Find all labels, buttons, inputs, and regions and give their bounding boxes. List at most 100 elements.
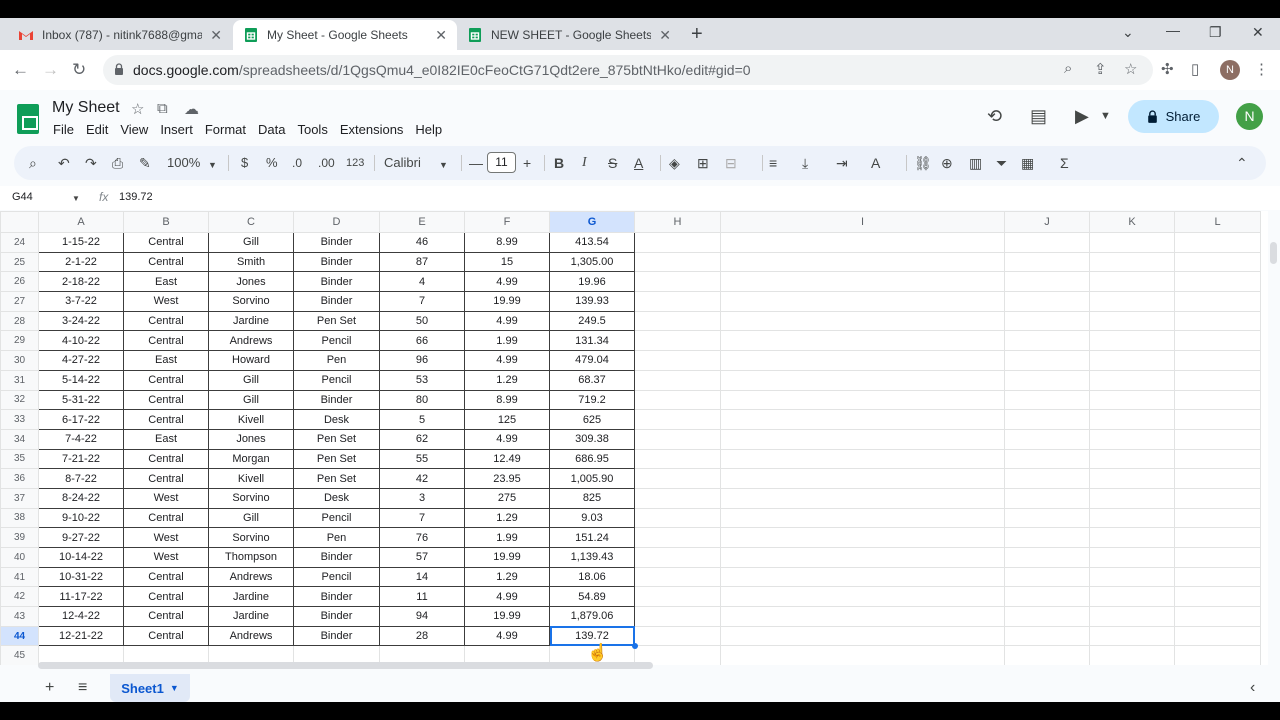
cell[interactable]: 3-24-22	[38, 310, 124, 332]
cell[interactable]	[1004, 448, 1090, 470]
column-header-i[interactable]: I	[720, 211, 1005, 233]
new-tab-icon[interactable]: +	[691, 24, 703, 44]
cell[interactable]: 1.29	[464, 507, 550, 529]
cell[interactable]	[634, 566, 721, 588]
vertical-scrollbar[interactable]	[1270, 242, 1277, 264]
cell[interactable]: 57	[379, 547, 465, 568]
share-button[interactable]: Share	[1128, 100, 1219, 133]
share-page-icon[interactable]: ⇪	[1094, 60, 1107, 78]
cell[interactable]: 94	[379, 606, 465, 627]
cell[interactable]: 479.04	[549, 350, 635, 371]
cell[interactable]: 7-4-22	[38, 428, 124, 450]
cell[interactable]	[720, 625, 1005, 647]
cell[interactable]	[720, 527, 1005, 548]
cell[interactable]: 62	[379, 428, 465, 450]
cell[interactable]	[1089, 547, 1175, 568]
menu-view[interactable]: View	[120, 122, 148, 137]
cell[interactable]	[1089, 507, 1175, 529]
menu-extensions[interactable]: Extensions	[340, 122, 404, 137]
cell[interactable]: Binder	[293, 625, 380, 647]
chevron-down-icon[interactable]: ▼	[72, 194, 80, 203]
horizontal-scrollbar[interactable]	[38, 662, 653, 669]
cell[interactable]: 9-10-22	[38, 507, 124, 529]
cell[interactable]: 18.06	[549, 566, 635, 588]
cell[interactable]: East	[123, 428, 209, 450]
cell[interactable]: 3	[379, 487, 465, 509]
chevron-down-icon[interactable]: ▼	[170, 683, 179, 693]
cell[interactable]: Pen Set	[293, 428, 380, 450]
cell[interactable]: Andrews	[208, 625, 294, 647]
tab-search-icon[interactable]: ⌄	[1122, 24, 1134, 41]
cell[interactable]	[1004, 389, 1090, 411]
cell[interactable]: Central	[123, 389, 209, 411]
insert-link-icon[interactable]: ⛓	[914, 155, 932, 171]
increase-decimal-button[interactable]: .00	[318, 155, 335, 171]
cell[interactable]	[1089, 251, 1175, 273]
cell[interactable]: 825	[549, 487, 635, 509]
cell[interactable]	[1089, 527, 1175, 548]
cell[interactable]	[1004, 428, 1090, 450]
cell[interactable]: 7	[379, 507, 465, 529]
cell[interactable]: Jardine	[208, 586, 294, 608]
cell[interactable]: Central	[123, 606, 209, 627]
cell[interactable]: Jardine	[208, 310, 294, 332]
cell[interactable]: 10-31-22	[38, 566, 124, 588]
reload-icon[interactable]: ↻	[72, 60, 86, 80]
row-header[interactable]: 38	[0, 507, 39, 529]
cell[interactable]	[634, 448, 721, 470]
column-header-b[interactable]: B	[123, 211, 209, 233]
cell[interactable]	[720, 606, 1005, 627]
cell[interactable]	[1089, 369, 1175, 391]
cell[interactable]: 96	[379, 350, 465, 371]
cell[interactable]	[634, 232, 721, 253]
fill-handle[interactable]	[632, 643, 638, 649]
cell[interactable]: Pencil	[293, 507, 380, 529]
cell[interactable]: 8.99	[464, 232, 550, 253]
cell[interactable]: 19.99	[464, 606, 550, 627]
cell[interactable]: Desk	[293, 409, 380, 430]
more-formats-button[interactable]: 123	[346, 155, 364, 171]
cell[interactable]	[720, 271, 1005, 293]
cell[interactable]: 50	[379, 310, 465, 332]
cell[interactable]: Central	[123, 369, 209, 391]
cell[interactable]	[634, 606, 721, 627]
cell[interactable]	[1004, 586, 1090, 608]
cell[interactable]: 125	[464, 409, 550, 430]
restore-icon[interactable]: ❐	[1209, 24, 1222, 41]
currency-format-button[interactable]: $	[241, 155, 248, 171]
close-icon[interactable]: ✕	[210, 27, 222, 44]
cell[interactable]	[720, 507, 1005, 529]
cell[interactable]	[720, 330, 1005, 352]
cell[interactable]: 8-24-22	[38, 487, 124, 509]
address-bar[interactable]: docs.google.com/spreadsheets/d/1QgsQmu4_…	[103, 55, 1153, 85]
window-close-icon[interactable]: ✕	[1252, 24, 1264, 41]
cell[interactable]: Central	[123, 448, 209, 470]
move-folder-icon[interactable]: ⧉	[157, 100, 168, 117]
close-icon[interactable]: ✕	[435, 27, 447, 44]
cell[interactable]	[720, 350, 1005, 371]
forward-icon[interactable]: →	[42, 60, 59, 80]
text-wrapping-icon[interactable]: ⇥	[836, 155, 848, 171]
cell[interactable]	[634, 547, 721, 568]
cell[interactable]	[1004, 566, 1090, 588]
menu-help[interactable]: Help	[415, 122, 442, 137]
cell[interactable]: 19.96	[549, 271, 635, 293]
horizontal-align-icon[interactable]: ≡	[769, 155, 777, 171]
cell[interactable]	[1089, 625, 1175, 647]
cell[interactable]	[1004, 350, 1090, 371]
cell[interactable]: Central	[123, 409, 209, 430]
cell[interactable]: 4-10-22	[38, 330, 124, 352]
version-history-icon[interactable]: ⟲	[987, 106, 1002, 127]
column-header-e[interactable]: E	[379, 211, 465, 233]
cell[interactable]: Gill	[208, 389, 294, 411]
cell[interactable]: 2-1-22	[38, 251, 124, 273]
cell[interactable]	[634, 507, 721, 529]
side-panel-icon[interactable]: ▯	[1191, 60, 1199, 78]
cell[interactable]: Pen Set	[293, 448, 380, 470]
cell[interactable]	[634, 310, 721, 332]
cell[interactable]: Andrews	[208, 330, 294, 352]
cell[interactable]	[1004, 645, 1090, 665]
cell[interactable]	[1174, 330, 1261, 352]
cell[interactable]	[1004, 625, 1090, 647]
cell[interactable]: West	[123, 487, 209, 509]
